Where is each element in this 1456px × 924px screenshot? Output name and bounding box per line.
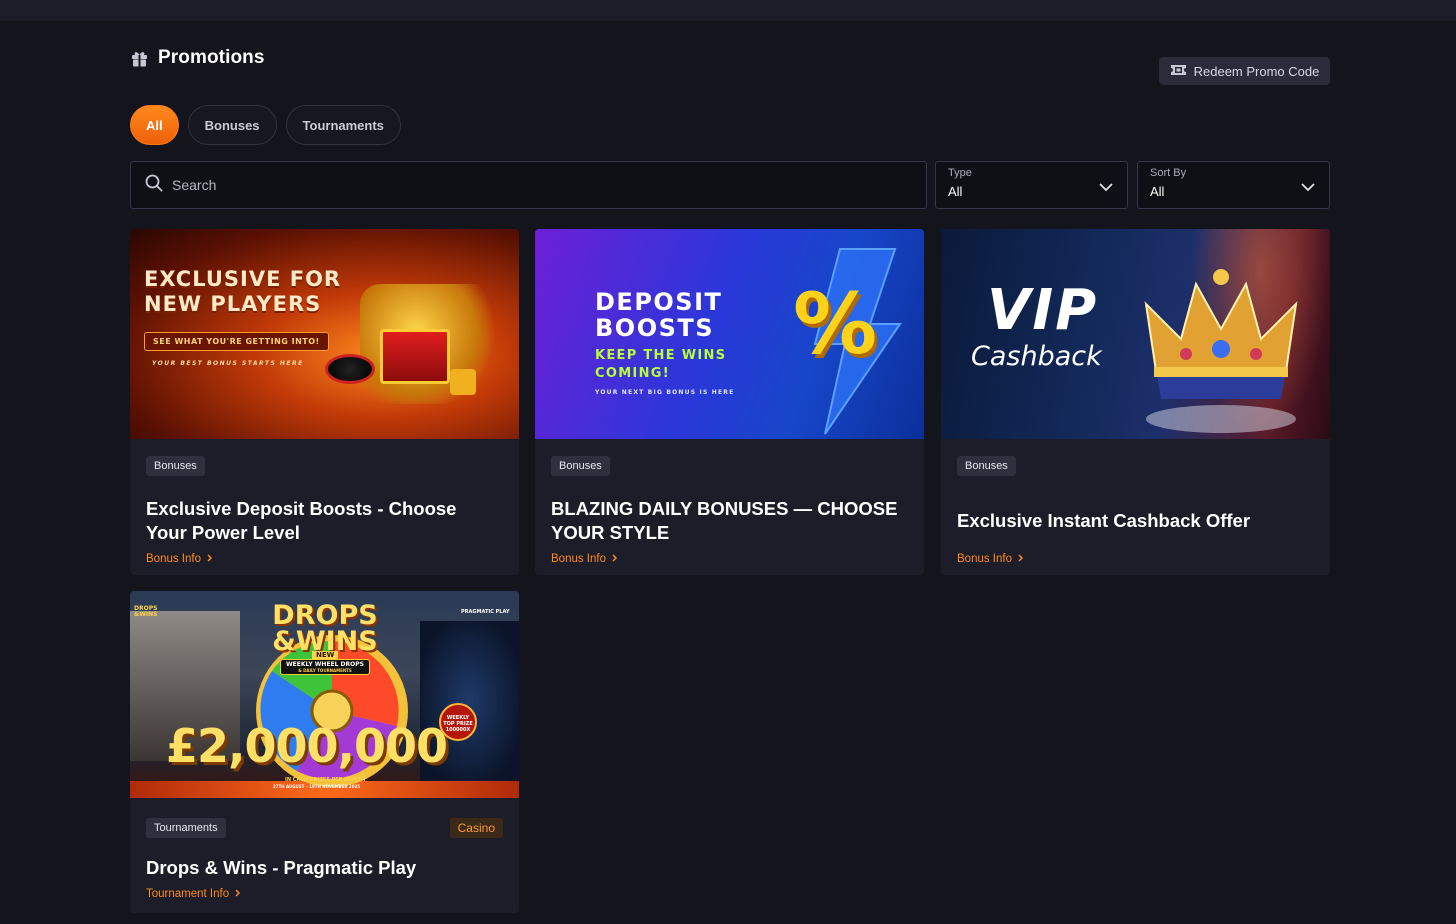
banner-headline: DEPOSIT xyxy=(595,288,723,316)
promo-card[interactable]: EXCLUSIVE FOR NEW PLAYERS SEE WHAT YOU'R… xyxy=(130,229,519,575)
sort-select-value: All xyxy=(1150,184,1165,199)
promo-card[interactable]: VIP Cashback Bonuses Exclusive Instant C… xyxy=(941,229,1330,575)
search-icon xyxy=(145,174,163,197)
page-title: Promotions xyxy=(158,47,265,68)
provider-logo-text: PRAGMATIC PLAY xyxy=(461,609,510,615)
category-badge: Bonuses xyxy=(146,456,205,476)
banner-headline: NEW PLAYERS xyxy=(144,292,322,316)
bonus-info-label: Bonus Info xyxy=(551,553,606,565)
banner-headline: VIP xyxy=(987,278,1099,343)
promotion-tabs: All Bonuses Tournaments xyxy=(130,105,401,145)
search-input[interactable] xyxy=(172,177,872,193)
sort-select[interactable]: Sort By All xyxy=(1137,161,1330,209)
banner-subline: COMING! xyxy=(595,366,670,381)
promo-title: BLAZING DAILY BONUSES — CHOOSE YOUR STYL… xyxy=(551,498,898,543)
category-badge: Bonuses xyxy=(957,456,1016,476)
promo-card[interactable]: DROPS &WINS NEW WEEKLY WHEEL DROPS & DAI… xyxy=(130,591,519,913)
promo-banner-image: VIP Cashback xyxy=(941,229,1330,439)
chevron-right-icon xyxy=(612,553,618,565)
banner-subline: Cashback xyxy=(971,341,1102,372)
tab-all[interactable]: All xyxy=(130,105,179,145)
promo-banner-image: % DEPOSIT BOOSTS KEEP THE WINS COMING! Y… xyxy=(535,229,924,439)
top-navigation-bar xyxy=(0,0,1456,21)
promo-title: Exclusive Deposit Boosts - Choose Your P… xyxy=(146,498,457,543)
bonus-info-label: Bonus Info xyxy=(146,553,201,565)
promo-card[interactable]: % DEPOSIT BOOSTS KEEP THE WINS COMING! Y… xyxy=(535,229,924,575)
chevron-down-icon xyxy=(1301,179,1315,197)
banner-ribbon: SEE WHAT YOU'RE GETTING INTO! xyxy=(144,332,329,351)
prize-amount: £2,000,000 xyxy=(166,719,448,773)
type-select-value: All xyxy=(948,184,963,199)
ticket-icon xyxy=(1170,64,1187,79)
category-badge: Bonuses xyxy=(551,456,610,476)
chevron-down-icon xyxy=(1099,179,1113,197)
redeem-promo-code-button[interactable]: Redeem Promo Code xyxy=(1159,57,1330,85)
casino-tag: Casino xyxy=(449,818,503,838)
banner-headline: BOOSTS xyxy=(595,314,715,342)
redeem-label: Redeem Promo Code xyxy=(1193,63,1320,79)
type-select-label: Type xyxy=(948,167,972,179)
tab-tournaments[interactable]: Tournaments xyxy=(285,105,401,145)
bonus-info-link[interactable]: Bonus Info xyxy=(551,553,618,565)
banner-ribbon-sub: & DAILY TOURNAMENTS xyxy=(298,668,352,673)
banner-subline: IN CASH PRIZES PER MONTH xyxy=(285,777,366,783)
chevron-right-icon xyxy=(207,553,213,565)
banner-new-tag: NEW xyxy=(312,651,339,659)
gift-icon xyxy=(130,49,149,68)
search-box xyxy=(130,161,927,209)
tab-bonuses[interactable]: Bonuses xyxy=(187,105,277,145)
prize-medal-text: 100000X xyxy=(445,727,471,733)
tournament-info-link[interactable]: Tournament Info xyxy=(146,888,241,900)
banner-tagline: YOUR BEST BONUS STARTS HERE xyxy=(152,360,304,367)
promo-banner-image: EXCLUSIVE FOR NEW PLAYERS SEE WHAT YOU'R… xyxy=(130,229,519,439)
banner-tagline: YOUR NEXT BIG BONUS IS HERE xyxy=(595,389,735,396)
banner-subline: KEEP THE WINS xyxy=(595,348,727,363)
promo-title: Drops & Wins - Pragmatic Play xyxy=(146,857,417,878)
category-badge: Tournaments xyxy=(146,818,226,838)
banner-ribbon: WEEKLY WHEEL DROPS xyxy=(286,661,364,668)
bonus-info-link[interactable]: Bonus Info xyxy=(146,553,213,565)
chevron-right-icon xyxy=(1018,553,1024,565)
type-select[interactable]: Type All xyxy=(935,161,1128,209)
chevron-right-icon xyxy=(235,888,241,900)
banner-dates: 27TH AUGUST – 19TH NOVEMBER 2025 xyxy=(273,784,361,789)
tournament-info-label: Tournament Info xyxy=(146,888,230,900)
bonus-info-label: Bonus Info xyxy=(957,553,1012,565)
sort-select-label: Sort By xyxy=(1150,167,1187,179)
banner-headline: EXCLUSIVE FOR xyxy=(144,267,342,291)
corner-logo-text: &WINS xyxy=(134,611,158,618)
percent-symbol: % xyxy=(793,275,878,373)
bonus-info-link[interactable]: Bonus Info xyxy=(957,553,1024,565)
promo-banner-image: DROPS &WINS NEW WEEKLY WHEEL DROPS & DAI… xyxy=(130,591,519,798)
page-header: Promotions xyxy=(130,47,265,69)
promo-title: Exclusive Instant Cashback Offer xyxy=(957,510,1251,531)
